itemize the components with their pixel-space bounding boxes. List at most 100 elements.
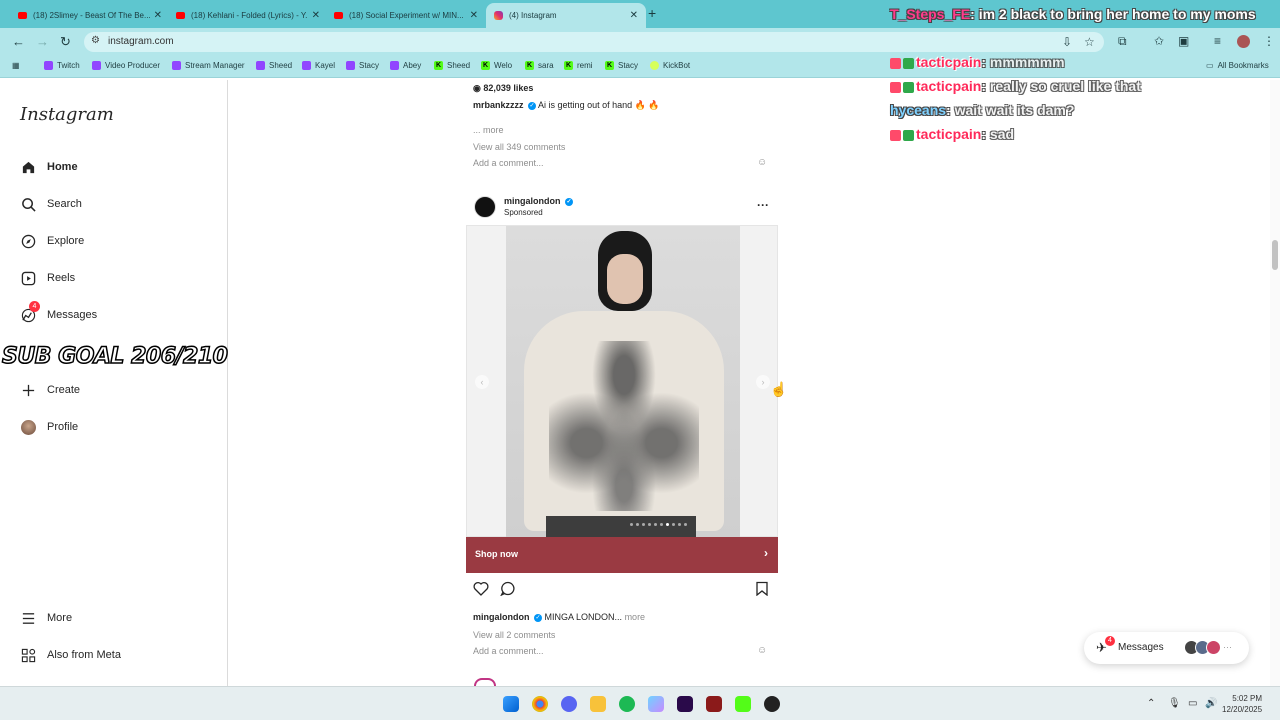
- media-icon[interactable]: ≡: [1214, 34, 1221, 48]
- bookmark-item[interactable]: Abey: [390, 61, 421, 70]
- bookmark-item[interactable]: K Welo: [481, 61, 512, 70]
- instagram-logo[interactable]: Instagram: [20, 104, 114, 125]
- reload-icon[interactable]: ↻: [60, 34, 71, 50]
- obs-icon[interactable]: [764, 696, 780, 712]
- nav-profile[interactable]: Profile: [20, 419, 78, 435]
- browser-tab-active[interactable]: (4) Instagram ✕: [486, 3, 646, 28]
- carousel-prev-icon[interactable]: ‹: [475, 375, 489, 389]
- nav-messages[interactable]: 4 Messages: [20, 301, 97, 323]
- back-icon[interactable]: ←: [12, 34, 25, 49]
- copilot-icon[interactable]: [648, 696, 664, 712]
- nav-more[interactable]: More: [20, 610, 72, 626]
- likes-count[interactable]: ◉ 82,039 likes: [473, 83, 533, 94]
- address-bar[interactable]: ⚙ instagram.com ⇩ ☆: [84, 32, 1104, 52]
- caption-username[interactable]: mingalondon: [473, 612, 530, 622]
- bookmark-label: Twitch: [57, 61, 80, 70]
- carousel-next-icon[interactable]: ›: [756, 375, 770, 389]
- chrome-icon[interactable]: [532, 696, 548, 712]
- forward-icon[interactable]: →: [36, 34, 49, 49]
- bookmark-item[interactable]: Sheed: [256, 61, 292, 70]
- profile-avatar[interactable]: [1237, 35, 1250, 48]
- comment-input[interactable]: Add a comment...: [473, 158, 544, 168]
- new-tab-icon[interactable]: +: [648, 5, 656, 21]
- browser-tab[interactable]: (18) 2Slimey - Beast Of The Be... ✕: [10, 4, 170, 26]
- comment-input[interactable]: Add a comment...: [473, 646, 544, 656]
- post-author-avatar[interactable]: [474, 196, 496, 218]
- display-icon[interactable]: ▭: [1188, 698, 1197, 709]
- next-post-avatar[interactable]: [474, 678, 496, 686]
- bookmark-item[interactable]: KickBot: [650, 61, 690, 70]
- split-view-icon[interactable]: ▣: [1178, 34, 1189, 48]
- nav-search[interactable]: Search: [20, 196, 82, 212]
- site-info-icon[interactable]: ⚙: [91, 35, 100, 46]
- caption-username[interactable]: mrbankzzzz: [473, 100, 524, 110]
- favorites-icon[interactable]: ✩: [1154, 34, 1164, 48]
- menu-icon[interactable]: ⋮: [1263, 34, 1275, 48]
- bookmark-item[interactable]: Twitch: [44, 61, 80, 70]
- chat-text: sad: [989, 126, 1015, 142]
- like-icon[interactable]: [473, 581, 489, 600]
- file-explorer-icon[interactable]: [590, 696, 606, 712]
- post-author[interactable]: mingalondon ✓: [504, 196, 574, 206]
- emoji-icon[interactable]: ☺: [757, 645, 767, 656]
- product-photo: [506, 226, 740, 537]
- bookmark-item[interactable]: Stacy: [346, 61, 379, 70]
- close-icon[interactable]: ✕: [470, 10, 478, 21]
- premiere-icon[interactable]: [677, 696, 693, 712]
- emoji-icon[interactable]: ☺: [757, 157, 767, 168]
- bookmark-item[interactable]: Ksara: [525, 61, 554, 70]
- bookmark-item[interactable]: Stream Manager: [172, 61, 245, 70]
- compass-icon: [20, 233, 36, 249]
- kick-icon[interactable]: [735, 696, 751, 712]
- app-icon[interactable]: [706, 696, 722, 712]
- browser-tab[interactable]: (18) Social Experiment w/ MIN... ✕: [326, 4, 486, 26]
- nav-label: Profile: [47, 421, 79, 433]
- tab-title: (18) Social Experiment w/ MIN...: [349, 10, 464, 20]
- caption-more-link[interactable]: ... more: [473, 125, 504, 135]
- view-comments-link[interactable]: View all 2 comments: [473, 630, 555, 640]
- close-icon[interactable]: ✕: [630, 10, 638, 21]
- caption-more-link[interactable]: more: [625, 612, 646, 622]
- all-bookmarks-button[interactable]: ▭ All Bookmarks: [1206, 61, 1269, 70]
- bookmark-item[interactable]: Kayel: [302, 61, 335, 70]
- bookmark-item[interactable]: K Stacy: [605, 61, 638, 70]
- bookmark-icon[interactable]: [755, 581, 769, 600]
- more-options-icon[interactable]: ···: [757, 198, 769, 212]
- nav-explore[interactable]: Explore: [20, 233, 84, 249]
- bookmark-item[interactable]: Video Producer: [92, 61, 160, 70]
- comment-icon[interactable]: [500, 581, 516, 600]
- apps-icon[interactable]: ▦: [12, 61, 20, 70]
- chat-username: hyceans: [890, 102, 947, 118]
- browser-tab[interactable]: (18) Kehlani - Folded (Lyrics) - Y... ✕: [168, 4, 328, 26]
- system-clock[interactable]: 5:02 PM 12/20/2025: [1222, 693, 1262, 715]
- star-icon[interactable]: ☆: [1084, 35, 1095, 49]
- chat-username: T_Steps_FE: [890, 6, 971, 22]
- bookmark-item[interactable]: Kremi: [564, 61, 593, 70]
- install-icon[interactable]: ⇩: [1062, 35, 1072, 49]
- twitch-icon: [390, 61, 399, 70]
- nav-home[interactable]: Home: [20, 159, 78, 175]
- chat-text: wait wait its dam?: [954, 102, 1075, 118]
- start-icon[interactable]: [503, 696, 519, 712]
- microphone-icon[interactable]: 🎙: [1168, 698, 1181, 709]
- view-comments-link[interactable]: View all 349 comments: [473, 142, 565, 152]
- badge-icon: [903, 129, 914, 141]
- volume-icon[interactable]: 🔊: [1205, 698, 1217, 709]
- nav-reels[interactable]: Reels: [20, 270, 75, 286]
- post-image[interactable]: ‹ ›: [466, 225, 778, 537]
- youtube-icon: [334, 11, 343, 19]
- shop-now-button[interactable]: Shop now ›: [466, 537, 778, 573]
- close-icon[interactable]: ✕: [154, 10, 162, 21]
- tray-chevron-icon[interactable]: ⌃: [1147, 698, 1155, 709]
- bookmark-item[interactable]: K Sheed: [434, 61, 470, 70]
- spotify-icon[interactable]: [619, 696, 635, 712]
- nav-also-from-meta[interactable]: Also from Meta: [20, 647, 121, 663]
- page-scrollbar[interactable]: [1270, 80, 1280, 686]
- messages-floating-button[interactable]: ✈ 4 Messages ···: [1084, 632, 1249, 664]
- scrollbar-thumb[interactable]: [1272, 240, 1278, 270]
- notification-badge: 4: [1105, 636, 1115, 646]
- extensions-icon[interactable]: ⧉: [1118, 34, 1127, 49]
- close-icon[interactable]: ✕: [312, 10, 320, 21]
- discord-icon[interactable]: [561, 696, 577, 712]
- nav-create[interactable]: Create: [20, 382, 80, 398]
